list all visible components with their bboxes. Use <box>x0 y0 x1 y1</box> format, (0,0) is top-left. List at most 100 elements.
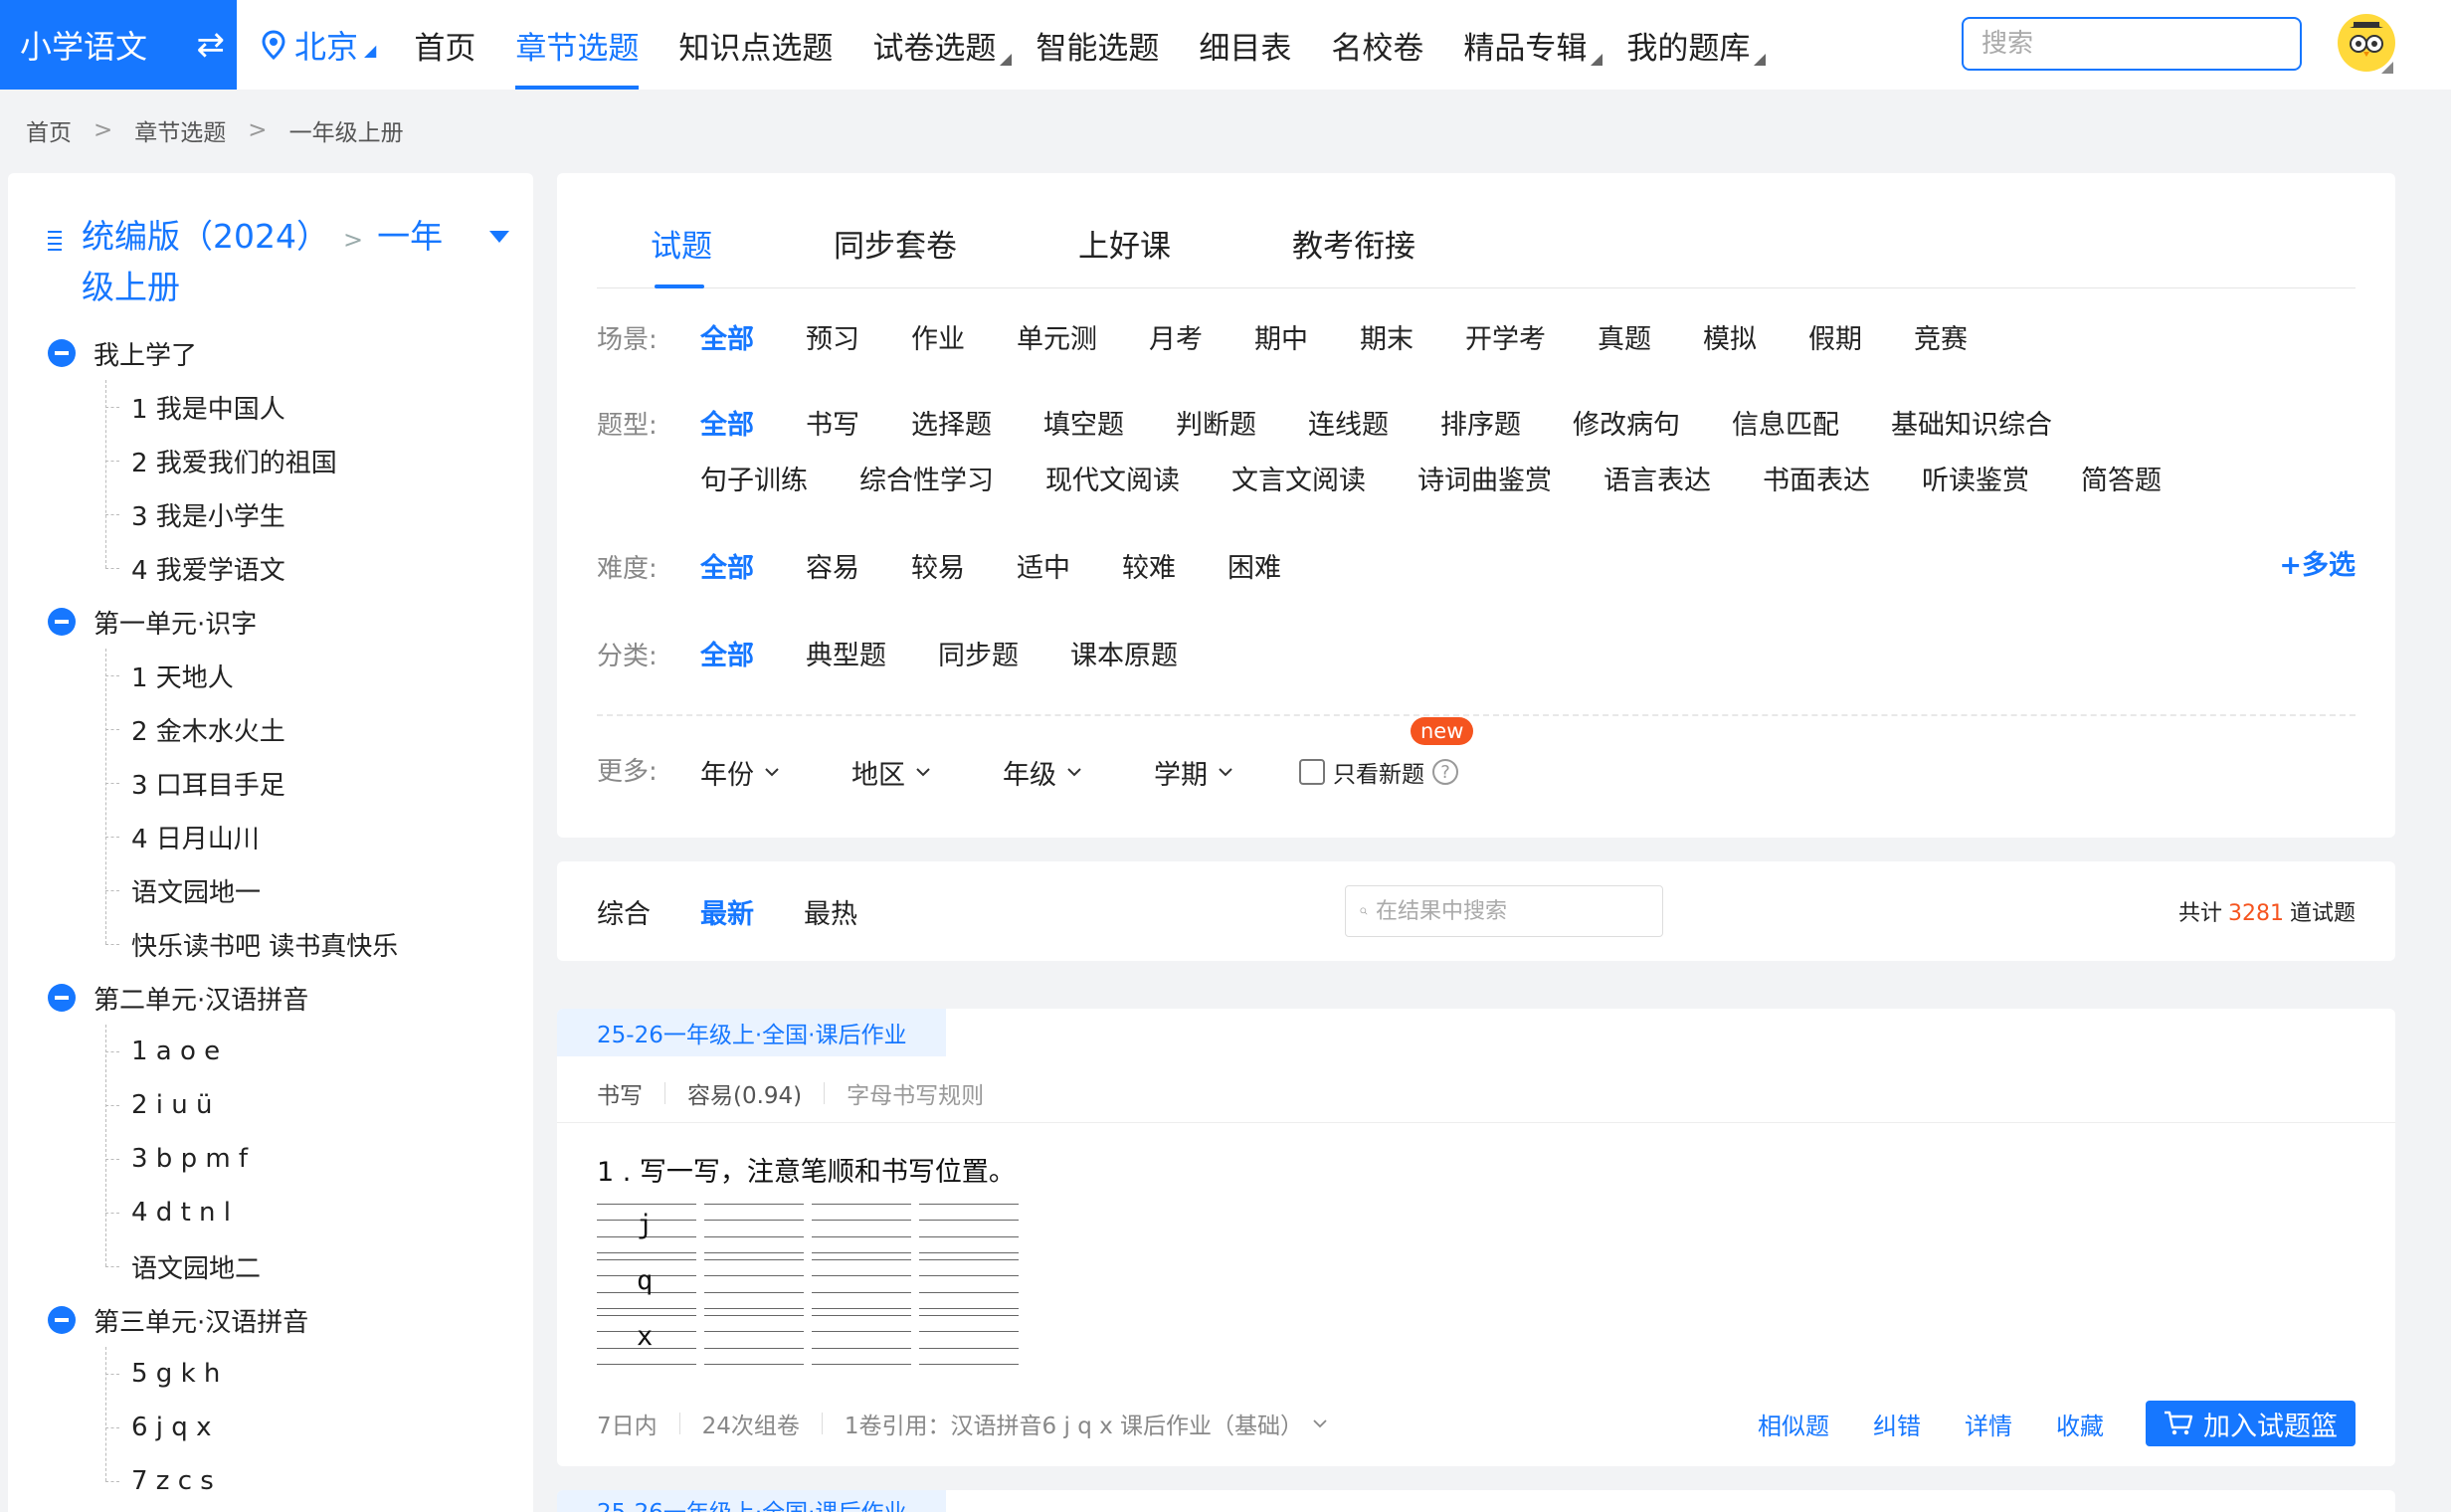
filter-option-scene[interactable]: 月考 <box>1149 312 1203 368</box>
more-dropdown-0[interactable]: 年份 <box>700 753 780 792</box>
filter-option-qtype[interactable]: 选择题 <box>911 398 992 454</box>
tree-lesson[interactable]: 快乐读书吧 读书真快乐 <box>8 917 533 971</box>
filter-option-category[interactable]: 全部 <box>700 629 754 684</box>
tree-lesson[interactable]: 7 z c s <box>8 1454 533 1508</box>
collapse-minus-icon[interactable] <box>48 608 76 636</box>
new-only-label[interactable]: 只看新题 <box>1333 755 1424 789</box>
global-search-input[interactable] <box>1981 29 2304 59</box>
region-selector[interactable]: 北京 ◢ <box>261 22 376 68</box>
filter-option-qtype[interactable]: 基础知识综合 <box>1891 398 2052 454</box>
nav-item-5[interactable]: 细目表 <box>1179 0 1311 90</box>
tree-lesson[interactable]: 1 a o e <box>8 1025 533 1078</box>
filter-option-qtype[interactable]: 文言文阅读 <box>1231 454 1366 509</box>
filter-option-qtype[interactable]: 语言表达 <box>1603 454 1711 509</box>
filter-option-difficulty[interactable]: 适中 <box>1017 541 1070 597</box>
filter-option-category[interactable]: 课本原题 <box>1070 629 1178 684</box>
filter-option-qtype[interactable]: 修改病句 <box>1573 398 1680 454</box>
nav-item-7[interactable]: 精品专辑 <box>1443 0 1606 90</box>
new-only-checkbox[interactable] <box>1299 759 1325 785</box>
tree-unit[interactable]: 第一单元·识字 <box>8 595 533 649</box>
filter-option-scene[interactable]: 单元测 <box>1017 312 1097 368</box>
filter-option-qtype[interactable]: 连线题 <box>1308 398 1389 454</box>
add-to-basket-button[interactable]: 加入试题篮 <box>2146 1401 2356 1446</box>
collapse-minus-icon[interactable] <box>48 984 76 1012</box>
filter-option-qtype[interactable]: 排序题 <box>1440 398 1521 454</box>
tab-1[interactable]: 同步套卷 <box>820 217 971 288</box>
filter-option-difficulty[interactable]: 较易 <box>911 541 965 597</box>
tree-lesson[interactable]: 1 我是中国人 <box>8 380 533 434</box>
filter-option-qtype[interactable]: 诗词曲鉴赏 <box>1417 454 1552 509</box>
filter-option-difficulty[interactable]: 较难 <box>1122 541 1176 597</box>
more-dropdown-1[interactable]: 地区 <box>851 753 931 792</box>
filter-option-scene[interactable]: 真题 <box>1598 312 1651 368</box>
sort-option-1[interactable]: 最新 <box>700 892 754 931</box>
filter-option-qtype[interactable]: 判断题 <box>1176 398 1256 454</box>
filter-option-qtype[interactable]: 书写 <box>806 398 859 454</box>
tree-lesson[interactable]: 2 金木水火土 <box>8 702 533 756</box>
tree-lesson[interactable]: 1 天地人 <box>8 649 533 702</box>
more-dropdown-3[interactable]: 学期 <box>1154 753 1233 792</box>
nav-item-6[interactable]: 名校卷 <box>1311 0 1443 90</box>
tab-0[interactable]: 试题 <box>597 217 726 288</box>
question-source[interactable]: 25-26一年级上·全国·课后作业 <box>557 1009 947 1056</box>
nav-item-1[interactable]: 章节选题 <box>495 0 659 90</box>
filter-option-scene[interactable]: 作业 <box>911 312 965 368</box>
filter-option-category[interactable]: 同步题 <box>938 629 1019 684</box>
dropdown-triangle-icon[interactable] <box>489 231 509 243</box>
tree-lesson[interactable]: 语文园地二 <box>8 1239 533 1293</box>
question-action-1[interactable]: 纠错 <box>1873 1407 1921 1441</box>
filter-option-qtype[interactable]: 填空题 <box>1043 398 1124 454</box>
filter-option-scene[interactable]: 开学考 <box>1465 312 1546 368</box>
subject-switcher[interactable]: 小学语文 ⇄ <box>0 0 237 90</box>
filter-option-scene[interactable]: 期中 <box>1254 312 1308 368</box>
nav-item-8[interactable]: 我的题库 <box>1606 0 1770 90</box>
question-action-3[interactable]: 收藏 <box>2056 1407 2104 1441</box>
filter-option-scene[interactable]: 预习 <box>806 312 859 368</box>
filter-option-scene[interactable]: 全部 <box>700 312 754 368</box>
tab-3[interactable]: 教考衔接 <box>1278 217 1429 288</box>
tree-unit[interactable]: 我上学了 <box>8 326 533 380</box>
nav-item-3[interactable]: 试卷选题 <box>852 0 1016 90</box>
tree-lesson[interactable]: 4 我爱学语文 <box>8 541 533 595</box>
filter-option-difficulty[interactable]: 容易 <box>806 541 859 597</box>
question-action-0[interactable]: 相似题 <box>1758 1407 1829 1441</box>
chevron-down-icon[interactable] <box>1313 1418 1327 1428</box>
sort-option-0[interactable]: 综合 <box>597 892 651 931</box>
tree-lesson[interactable]: 5 g k h <box>8 1347 533 1401</box>
help-icon[interactable]: ? <box>1432 759 1458 785</box>
tree-unit[interactable]: 第三单元·汉语拼音 <box>8 1293 533 1347</box>
textbook-selector[interactable]: 统编版（2024） > 一年级上册 <box>48 213 509 311</box>
question-action-2[interactable]: 详情 <box>1965 1407 2012 1441</box>
knowledge-point[interactable]: 字母书写规则 <box>847 1076 984 1110</box>
filter-option-qtype[interactable]: 综合性学习 <box>859 454 994 509</box>
filter-option-qtype[interactable]: 全部 <box>700 398 754 454</box>
question-source[interactable]: 25-26一年级上·全国·课后作业 <box>557 1490 947 1512</box>
breadcrumb-item-0[interactable]: 首页 <box>26 113 72 147</box>
tree-lesson[interactable]: 4 d t n l <box>8 1186 533 1239</box>
tree-lesson[interactable]: 3 口耳目手足 <box>8 756 533 810</box>
tree-lesson[interactable]: 4 日月山川 <box>8 810 533 863</box>
nav-item-0[interactable]: 首页 <box>394 0 495 90</box>
collapse-minus-icon[interactable] <box>48 1306 76 1334</box>
avatar-menu-caret[interactable] <box>2381 62 2393 74</box>
tab-2[interactable]: 上好课 <box>1064 217 1185 288</box>
tree-lesson[interactable]: 3 我是小学生 <box>8 487 533 541</box>
sort-option-2[interactable]: 最热 <box>804 892 857 931</box>
filter-option-scene[interactable]: 假期 <box>1808 312 1862 368</box>
breadcrumb-item-1[interactable]: 章节选题 <box>134 113 226 147</box>
tree-lesson[interactable]: 3 b p m f <box>8 1132 533 1186</box>
filter-option-scene[interactable]: 竞赛 <box>1914 312 1968 368</box>
filter-option-scene[interactable]: 模拟 <box>1703 312 1757 368</box>
filter-option-category[interactable]: 典型题 <box>806 629 886 684</box>
filter-option-qtype[interactable]: 信息匹配 <box>1732 398 1839 454</box>
tree-lesson[interactable]: 2 i u ü <box>8 1078 533 1132</box>
result-search-input[interactable] <box>1376 898 1648 924</box>
tree-lesson[interactable]: 语文园地一 <box>8 863 533 917</box>
paper-reference[interactable]: 1卷引用：汉语拼音6 j q x 课后作业（基础） <box>845 1407 1303 1440</box>
more-dropdown-2[interactable]: 年级 <box>1003 753 1082 792</box>
filter-option-scene[interactable]: 期末 <box>1360 312 1414 368</box>
filter-option-qtype[interactable]: 现代文阅读 <box>1045 454 1180 509</box>
tree-lesson[interactable]: 2 我爱我们的祖国 <box>8 434 533 487</box>
filter-option-qtype[interactable]: 简答题 <box>2081 454 2162 509</box>
collapse-minus-icon[interactable] <box>48 339 76 367</box>
